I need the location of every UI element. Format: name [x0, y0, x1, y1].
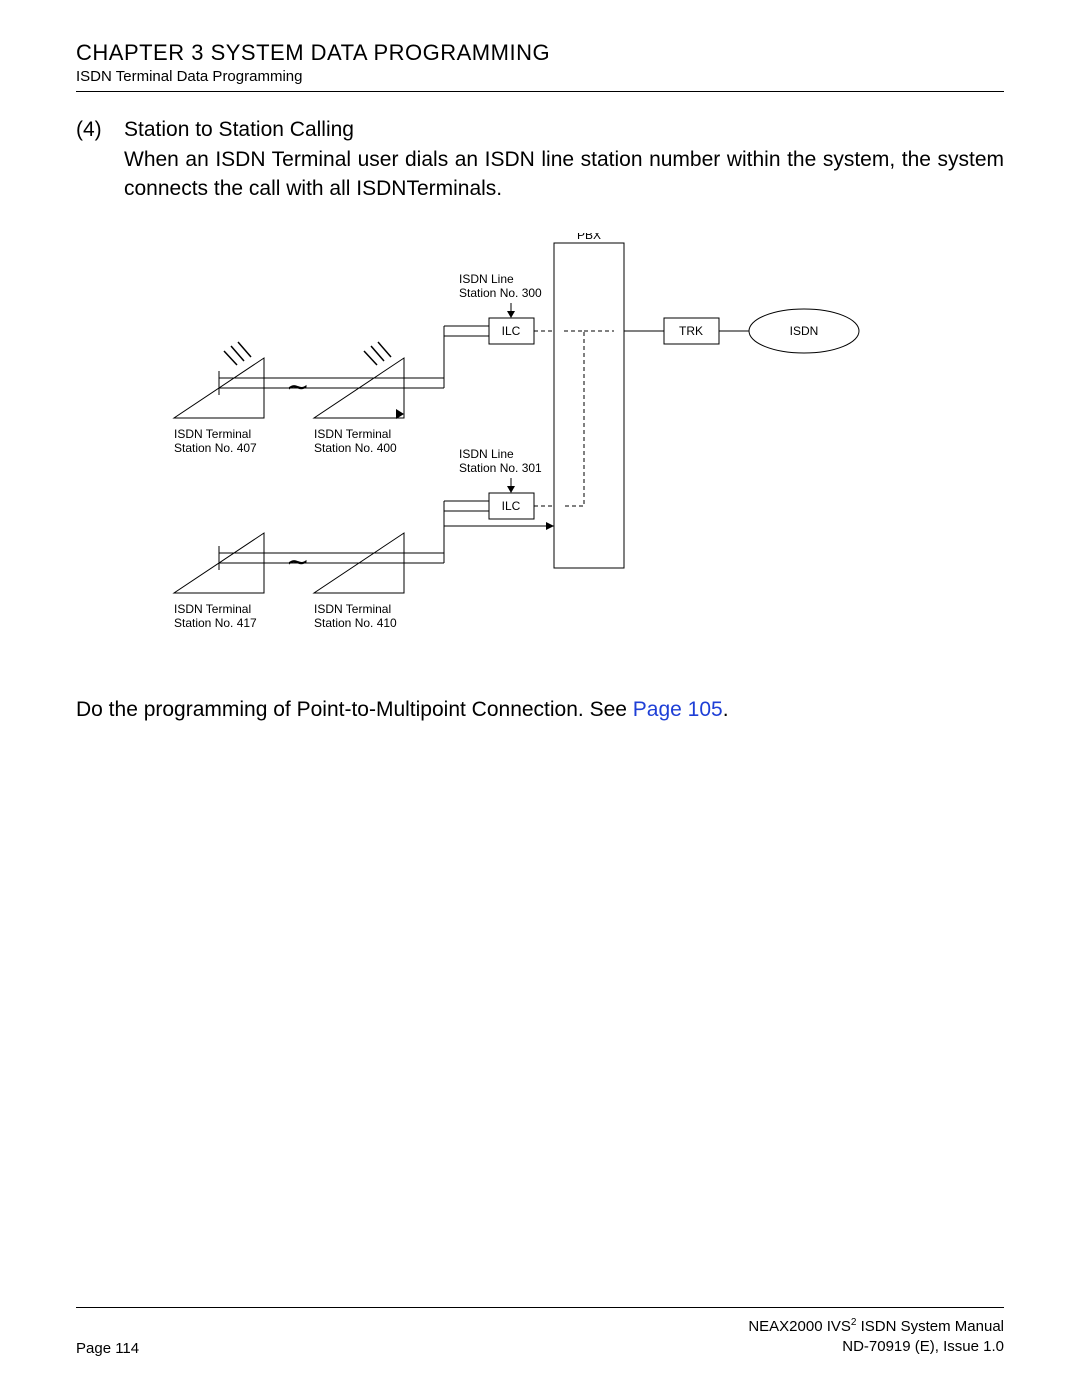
- footer-manual: NEAX2000 IVS2 ISDN System Manual: [748, 1316, 1004, 1337]
- header-rule: [76, 91, 1004, 92]
- terminal-417-label-1: ISDN Terminal: [174, 602, 251, 616]
- header-subtitle: ISDN Terminal Data Programming: [76, 68, 1004, 85]
- footer-manual-pre: NEAX2000 IVS: [748, 1318, 851, 1335]
- ilc2-label-line1: ISDN Line: [459, 447, 514, 461]
- trk-label: TRK: [679, 324, 703, 338]
- footer-manual-post: ISDN System Manual: [856, 1318, 1004, 1335]
- section-title: Station to Station Calling: [124, 116, 1004, 144]
- footer-docid: ND-70919 (E), Issue 1.0: [748, 1337, 1004, 1357]
- post-text-before: Do the programming of Point-to-Multipoin…: [76, 698, 633, 721]
- page-link[interactable]: Page 105: [633, 698, 723, 721]
- terminal-407-label-1: ISDN Terminal: [174, 427, 251, 441]
- terminal-410-label-2: Station No. 410: [314, 616, 397, 630]
- chapter-title: CHAPTER 3 SYSTEM DATA PROGRAMMING: [76, 40, 1004, 66]
- isdn-label: ISDN: [790, 324, 819, 338]
- post-text-after: .: [723, 698, 729, 721]
- ilc1-label-line2: Station No. 300: [459, 286, 542, 300]
- footer-rule: [76, 1307, 1004, 1308]
- section-paragraph: When an ISDN Terminal user dials an ISDN…: [124, 146, 1004, 203]
- pbx-label: PBX: [577, 233, 601, 242]
- ilc2-label-line2: Station No. 301: [459, 461, 542, 475]
- diagram: PBX TRK ISDN ILC ISDN Line Station No. 3…: [124, 233, 1004, 668]
- ilc2-box-label: ILC: [502, 499, 521, 513]
- footer-page: Page 114: [76, 1340, 139, 1357]
- tilde-icon: ∼: [286, 371, 309, 402]
- tilde-icon: ∼: [286, 546, 309, 577]
- terminal-407-label-2: Station No. 407: [174, 441, 257, 455]
- ilc1-label-line1: ISDN Line: [459, 272, 514, 286]
- terminal-417-label-2: Station No. 417: [174, 616, 257, 630]
- ilc1-box-label: ILC: [502, 324, 521, 338]
- post-paragraph: Do the programming of Point-to-Multipoin…: [76, 698, 1004, 722]
- terminal-400-label-1: ISDN Terminal: [314, 427, 391, 441]
- terminal-410-label-1: ISDN Terminal: [314, 602, 391, 616]
- section-number: (4): [76, 116, 124, 203]
- terminal-400-label-2: Station No. 400: [314, 441, 397, 455]
